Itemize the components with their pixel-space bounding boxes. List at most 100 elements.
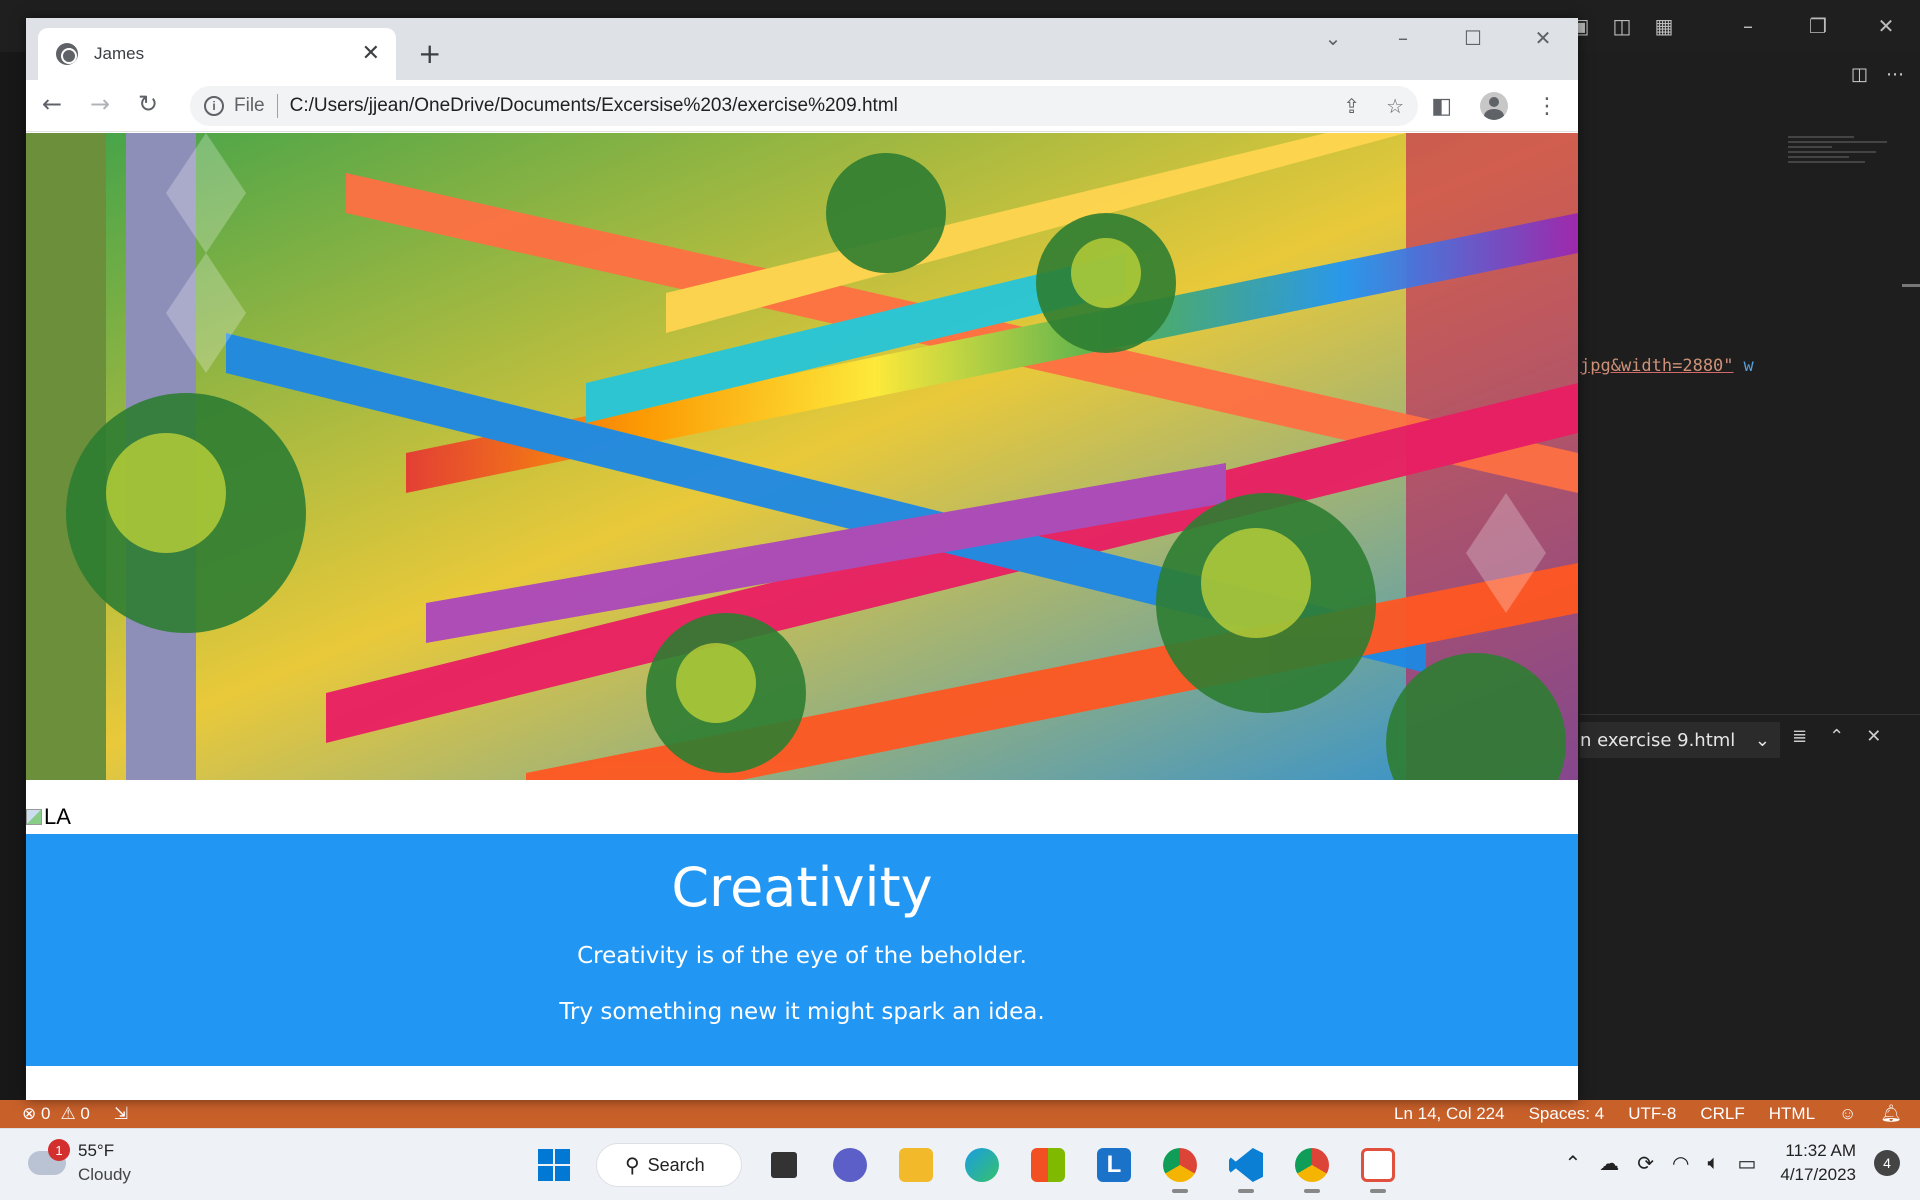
vscode-icon [1229,1148,1263,1182]
file-explorer-button[interactable] [892,1141,940,1189]
broken-image-icon [26,809,42,825]
panel-tools: ≣ ⌃ ✕ [1792,726,1881,747]
menu-kebab-icon[interactable]: ⋮ [1536,94,1558,119]
paragraph-1: Creativity is of the eye of the beholder… [577,943,1027,969]
profile-avatar[interactable] [1480,92,1508,120]
chevron-up-icon[interactable]: ⌃ [1564,1151,1581,1176]
maximize-icon[interactable]: ☐ [1438,18,1508,58]
search-label: Search [647,1154,705,1175]
volume-icon[interactable]: 🔈︎ [1707,1152,1719,1175]
reload-icon[interactable]: ↻ [138,92,158,116]
clock-time: 11:32 AM [1785,1141,1856,1160]
scheme-label: File [234,95,265,116]
browser-tab[interactable]: James ✕ [38,28,396,80]
tab-title: James [94,44,145,63]
clock[interactable]: 11:32 AM 4/17/2023 [1780,1139,1856,1187]
chrome-icon [1163,1148,1197,1182]
page-heading: Creativity [671,856,933,919]
encoding[interactable]: UTF-8 [1628,1104,1676,1124]
activity-bar [0,52,25,1102]
bell-icon[interactable]: 🔔︎ [1880,1104,1902,1124]
code-attr: w [1743,356,1754,376]
word-wrap-icon[interactable]: ≣ [1792,726,1807,747]
minimize-icon[interactable]: – [1736,14,1760,38]
chrome-profile-button[interactable] [1156,1141,1204,1193]
browser-window: James ✕ + ⌄ – ☐ ✕ ← → ↻ i File C:/Users/… [26,18,1578,1100]
new-tab-button[interactable]: + [418,40,441,68]
editor-actions: ◫ ⋯ [1851,64,1904,85]
warnings-status[interactable]: ⚠ 0 [60,1104,89,1124]
window-controls: ⌄ – ☐ ✕ [1298,18,1578,58]
wifi-icon[interactable]: ◠ [1672,1151,1689,1176]
side-panel-icon[interactable]: ◧ [1431,94,1452,119]
close-panel-icon[interactable]: ✕ [1866,726,1881,747]
task-view-button[interactable] [760,1141,808,1189]
back-icon[interactable]: ← [42,92,62,116]
weather-badge: 1 [48,1139,70,1161]
error-count: 0 [40,1104,51,1123]
windows-taskbar: 1 55°F Cloudy ⚲ Search L ⌃ ☁ ⟳ ◠ 🔈︎ ▭ 11… [0,1128,1920,1200]
taskbar-search[interactable]: ⚲ Search [596,1143,742,1187]
indentation[interactable]: Spaces: 4 [1529,1104,1605,1124]
chevron-down-icon: ⌄ [1754,729,1770,751]
hero-image [26,133,1578,780]
launcher-l-button[interactable]: L [1090,1141,1138,1189]
weather-widget[interactable]: 1 55°F Cloudy [28,1139,131,1187]
vscode-button[interactable] [1222,1141,1270,1193]
line-endings[interactable]: CRLF [1700,1104,1744,1124]
chat-icon [833,1148,867,1182]
paragraph-2: Try something new it might spark an idea… [559,999,1045,1025]
code-line[interactable]: jpg&width=2880" w [1580,356,1754,376]
feedback-icon[interactable]: ☺ [1839,1104,1856,1124]
split-editor-icon[interactable]: ◫ [1851,64,1868,85]
code-string: jpg&width=2880" [1580,356,1734,376]
minimize-icon[interactable]: – [1368,18,1438,58]
globe-icon [56,43,78,65]
weather-desc: Cloudy [78,1165,131,1184]
snipping-tool-button[interactable] [1354,1141,1402,1193]
close-icon[interactable]: ✕ [1508,18,1578,58]
live-share-icon[interactable]: ⇲ [114,1104,128,1124]
scrollbar-marker [1902,284,1920,287]
language-mode[interactable]: HTML [1769,1104,1815,1124]
bottom-panel [1580,714,1920,1102]
info-icon[interactable]: i [204,96,224,116]
customize-layout-icon[interactable]: ▦ [1652,14,1676,38]
battery-icon[interactable]: ▭ [1737,1151,1756,1176]
folder-icon [899,1148,933,1182]
edge-icon [965,1148,999,1182]
bookmark-star-icon[interactable]: ☆ [1386,94,1404,119]
edge-button[interactable] [958,1141,1006,1189]
l-app-icon: L [1097,1148,1131,1182]
warning-count: 0 [80,1104,90,1123]
address-bar[interactable]: i File C:/Users/jjean/OneDrive/Documents… [190,86,1418,126]
share-icon[interactable]: ⇪ [1343,94,1360,119]
start-button[interactable] [530,1141,578,1189]
restore-icon[interactable]: ❐ [1806,14,1830,38]
chrome-icon [1295,1148,1329,1182]
cloud-icon: 1 [28,1139,70,1175]
teams-chat-button[interactable] [826,1141,874,1189]
errors-status[interactable]: ⊗ 0 [22,1104,50,1124]
broken-image: LA [26,804,71,830]
tab-close-icon[interactable]: ✕ [362,40,380,66]
panel-file-dropdown[interactable]: n exercise 9.html ⌄ [1580,722,1780,758]
browser-toolbar: ← → ↻ i File C:/Users/jjean/OneDrive/Doc… [26,80,1578,132]
onedrive-cloud-icon[interactable]: ☁ [1599,1151,1619,1176]
store-button[interactable] [1024,1141,1072,1189]
notification-badge[interactable]: 4 [1874,1150,1900,1176]
chrome-button[interactable] [1288,1141,1336,1193]
layout-sidebar-icon[interactable]: ◫ [1610,14,1634,38]
close-icon[interactable]: ✕ [1874,14,1898,38]
tab-search-icon[interactable]: ⌄ [1298,18,1368,58]
system-tray: ⌃ ☁ ⟳ ◠ 🔈︎ ▭ 11:32 AM 4/17/2023 4 [1564,1139,1900,1187]
cursor-position[interactable]: Ln 14, Col 224 [1394,1104,1505,1124]
forward-icon[interactable]: → [90,92,110,116]
url-text[interactable]: C:/Users/jjean/OneDrive/Documents/Excers… [290,95,898,117]
task-view-icon [771,1152,797,1178]
status-bar: ⊗ 0 ⚠ 0 ⇲ Ln 14, Col 224 Spaces: 4 UTF-8… [0,1100,1920,1128]
chevron-up-icon[interactable]: ⌃ [1829,726,1844,747]
minimap[interactable] [1788,136,1898,196]
more-actions-icon[interactable]: ⋯ [1886,64,1904,85]
sync-icon[interactable]: ⟳ [1637,1151,1654,1176]
